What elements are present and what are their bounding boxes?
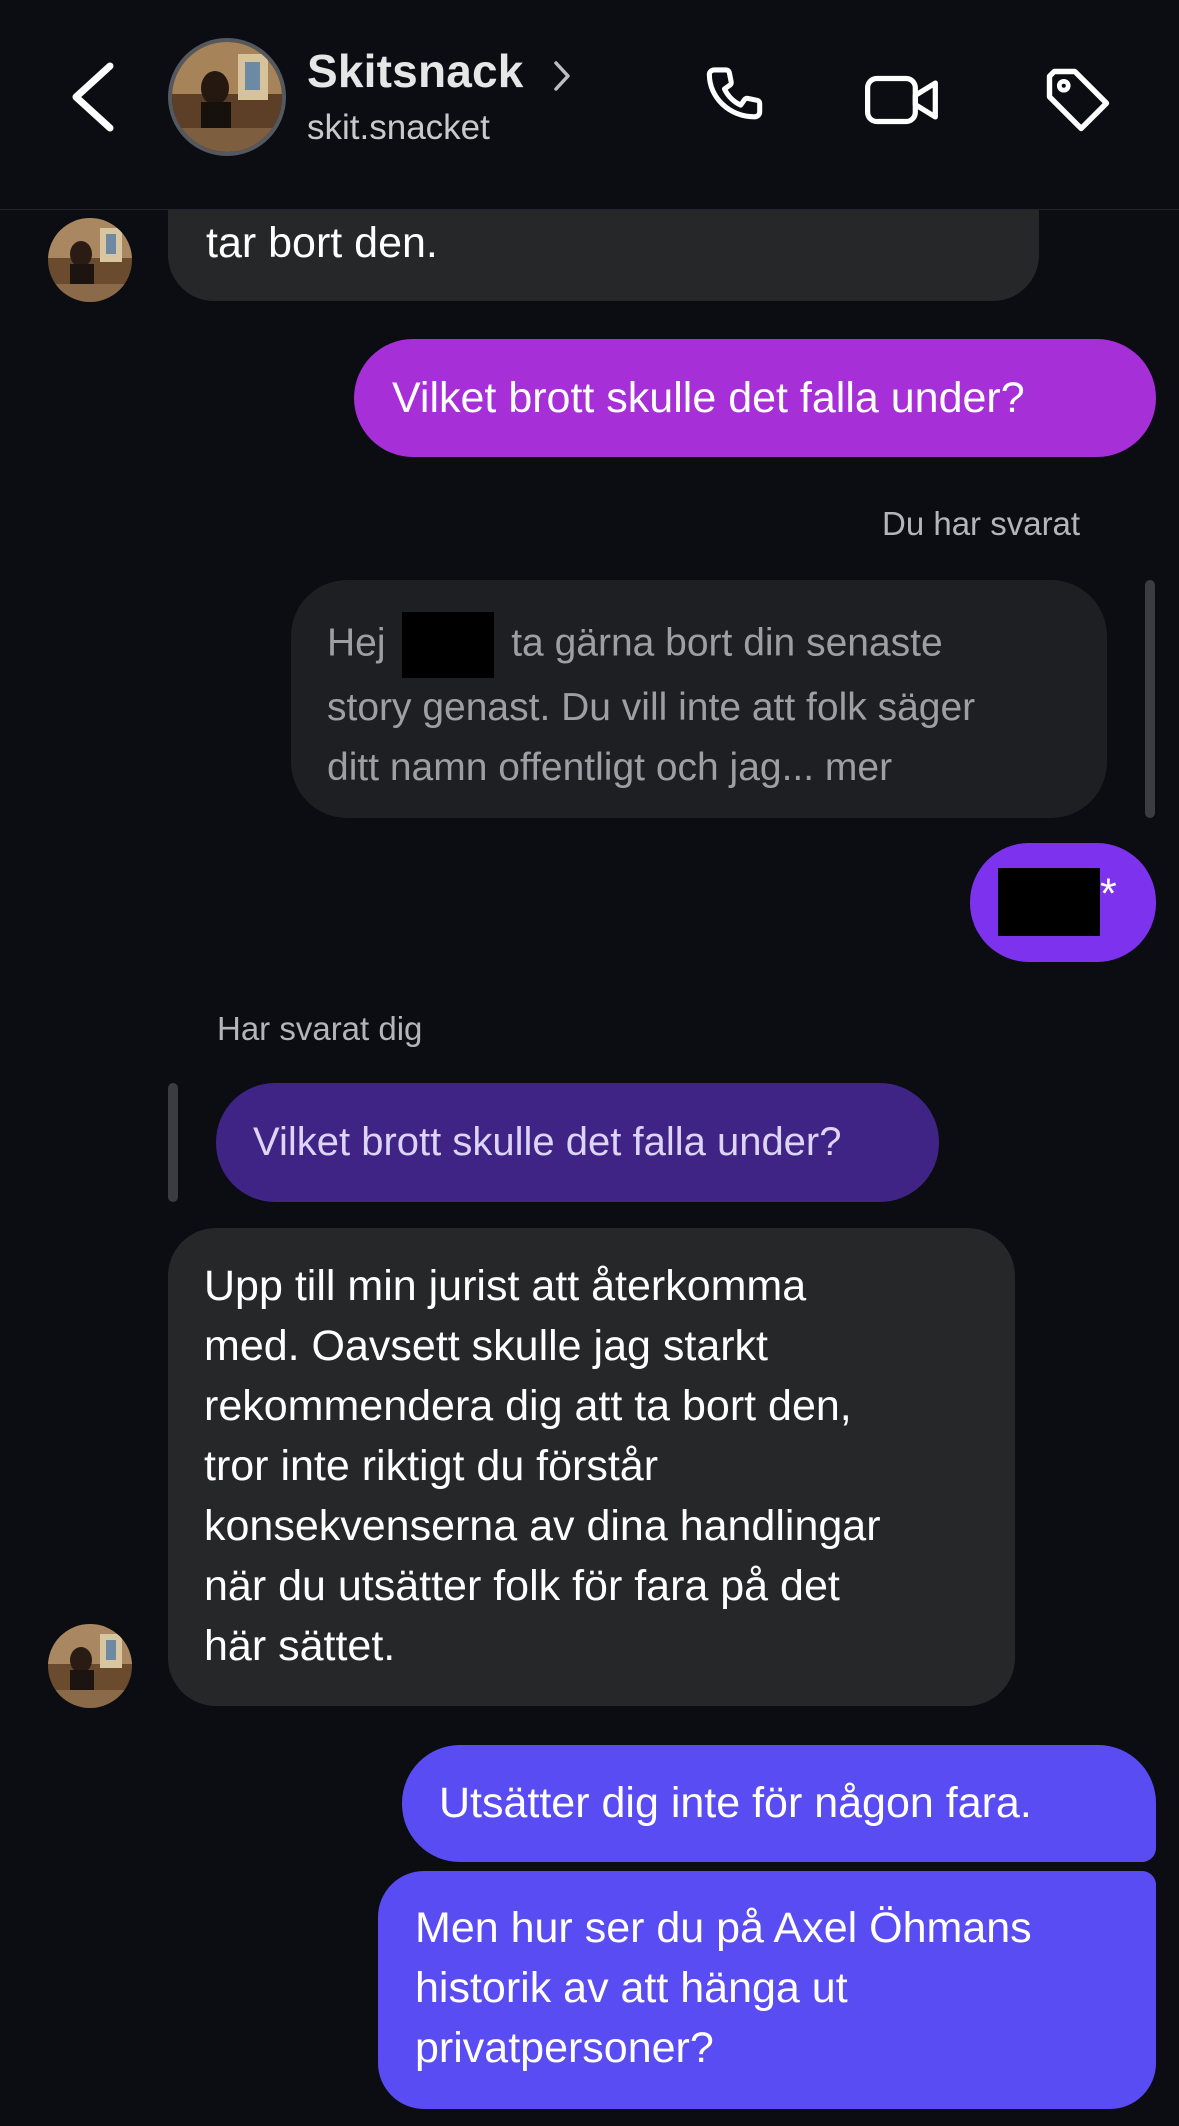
avatar-photo-icon bbox=[48, 1624, 132, 1708]
quoted-line-3: ditt namn offentligt och jag... mer bbox=[327, 746, 893, 789]
contact-name[interactable]: Skitsnack bbox=[307, 44, 524, 98]
quoted-line-1: Hej ta gärna bort din senaste bbox=[327, 612, 1071, 678]
avatar-photo-icon bbox=[48, 218, 132, 302]
redacted-name-block bbox=[402, 612, 495, 678]
outgoing-message[interactable]: Utsätter dig inte för någon fara. bbox=[402, 1745, 1156, 1862]
reply-meta-label: Har svarat dig bbox=[217, 1010, 423, 1047]
quoted-message[interactable]: Hej ta gärna bort din senaste story gena… bbox=[291, 580, 1107, 818]
avatar-photo-icon bbox=[172, 42, 282, 152]
message-line: här sättet. bbox=[204, 1622, 396, 1670]
tag-icon bbox=[1046, 68, 1110, 132]
quoted-text: ta gärna bort din senaste bbox=[511, 621, 943, 665]
quoted-text: Hej bbox=[327, 621, 386, 665]
outgoing-message[interactable]: Men hur ser du på Axel Öhmans historik a… bbox=[378, 1871, 1156, 2109]
replied-to-message[interactable]: Vilket brott skulle det falla under? bbox=[216, 1083, 939, 1202]
redacted-name-block bbox=[998, 867, 1100, 936]
video-call-button[interactable] bbox=[863, 62, 939, 138]
message-line: konsekvenserna av dina handlingar bbox=[204, 1502, 881, 1550]
chat-screen: tar bort den. Vilket brott skulle det fa… bbox=[0, 0, 1179, 2126]
phone-icon bbox=[706, 67, 763, 120]
chevron-right-icon[interactable] bbox=[551, 58, 573, 94]
video-camera-icon bbox=[865, 75, 938, 125]
reply-meta-label: Du har svarat bbox=[882, 505, 1081, 542]
message-line: privatpersoner? bbox=[415, 2024, 714, 2072]
back-button[interactable] bbox=[62, 58, 128, 136]
message-text: Vilket brott skulle det falla under? bbox=[392, 374, 1025, 422]
message-line: historik av att hänga ut bbox=[415, 1964, 848, 2012]
voice-call-button[interactable] bbox=[697, 62, 773, 138]
message-text: Utsätter dig inte för någon fara. bbox=[439, 1779, 1032, 1827]
message-line: tror inte riktigt du förstår bbox=[204, 1442, 659, 1490]
contact-avatar[interactable] bbox=[48, 1624, 132, 1708]
chat-header: Skitsnack skit.snacket bbox=[0, 0, 1179, 210]
message-line: Men hur ser du på Axel Öhmans bbox=[415, 1904, 1032, 1952]
contact-username: skit.snacket bbox=[307, 108, 490, 147]
outgoing-message[interactable]: * bbox=[970, 843, 1156, 962]
message-line: när du utsätter folk för fara på det bbox=[204, 1562, 840, 1610]
outgoing-message[interactable]: Vilket brott skulle det falla under? bbox=[354, 339, 1156, 457]
contact-avatar[interactable] bbox=[48, 218, 132, 302]
back-chevron-icon bbox=[72, 62, 114, 132]
quoted-line-2: story genast. Du vill inte att folk säge… bbox=[327, 686, 976, 729]
message-text: tar bort den. bbox=[206, 219, 438, 267]
incoming-message[interactable]: Upp till min jurist att återkomma med. O… bbox=[168, 1228, 1015, 1706]
message-text: Vilket brott skulle det falla under? bbox=[253, 1120, 842, 1164]
message-line: med. Oavsett skulle jag starkt bbox=[204, 1322, 768, 1370]
message-text: * bbox=[1100, 870, 1117, 918]
reply-indicator-bar bbox=[168, 1083, 178, 1202]
contact-avatar-large[interactable] bbox=[168, 38, 286, 156]
reply-indicator-bar bbox=[1145, 580, 1155, 818]
message-line: rekommendera dig att ta bort den, bbox=[204, 1382, 852, 1430]
label-button[interactable] bbox=[1040, 62, 1116, 138]
message-line: Upp till min jurist att återkomma bbox=[204, 1262, 807, 1310]
